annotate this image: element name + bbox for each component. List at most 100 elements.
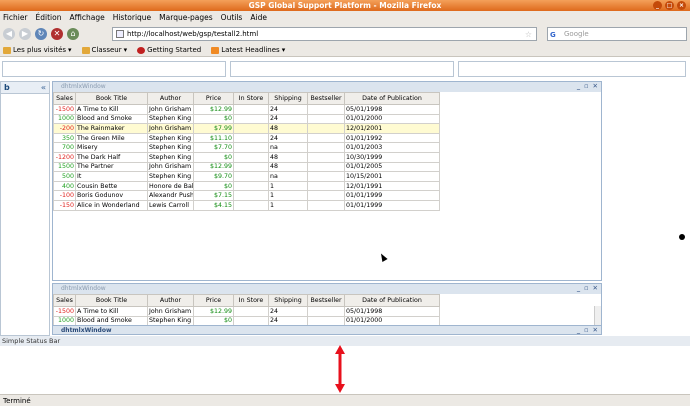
bestseller-cell[interactable] — [307, 199, 345, 211]
author-cell[interactable]: Stephen King — [147, 171, 194, 182]
bestseller-cell[interactable] — [307, 306, 345, 317]
column-header[interactable]: Sales — [53, 294, 76, 307]
maximize-icon[interactable]: □ — [665, 1, 674, 10]
menu-marque-pages[interactable]: Marque-pages — [159, 13, 213, 22]
sales-cell[interactable]: -200 — [53, 123, 76, 134]
title-cell[interactable]: Alice in Wonderland — [75, 199, 148, 211]
table-row[interactable]: 1000 Blood and Smoke Stephen King $0 24 01/01… — [53, 113, 440, 125]
shipping-cell[interactable]: na — [268, 171, 308, 182]
table-row[interactable]: 1500 The Partner John Grisham $12.99 48 01/01… — [53, 161, 440, 173]
column-header[interactable]: Shipping — [268, 294, 308, 307]
price-cell[interactable]: $12.99 — [193, 306, 234, 317]
column-header[interactable]: Date of Publication — [344, 294, 440, 307]
author-cell[interactable]: John Grisham — [147, 306, 194, 317]
column-header[interactable]: Shipping — [268, 92, 308, 105]
column-header[interactable]: Price — [193, 92, 234, 105]
maximize-icon[interactable]: ▫ — [584, 82, 588, 91]
date-cell[interactable]: 01/01/1999 — [344, 199, 440, 211]
reload-icon[interactable]: ↻ — [35, 28, 47, 40]
in-store-cell[interactable] — [233, 142, 269, 153]
menu-affichage[interactable]: Affichage — [69, 13, 104, 22]
shipping-cell[interactable]: 48 — [268, 151, 308, 163]
sales-cell[interactable]: 500 — [53, 171, 76, 182]
in-store-cell[interactable] — [233, 306, 269, 317]
shipping-cell[interactable]: 48 — [268, 123, 308, 134]
date-cell[interactable]: 01/01/2000 — [344, 113, 440, 125]
author-cell[interactable]: John Grisham — [147, 161, 194, 173]
minimize-icon[interactable]: _ — [577, 326, 580, 335]
column-header[interactable]: Sales — [53, 92, 76, 105]
shipping-cell[interactable]: 24 — [268, 113, 308, 125]
author-cell[interactable]: Stephen King — [147, 151, 194, 163]
date-cell[interactable]: 10/30/1999 — [344, 151, 440, 163]
close-icon[interactable]: ✕ — [593, 326, 598, 335]
bestseller-cell[interactable] — [307, 132, 345, 144]
price-cell[interactable]: $9.70 — [193, 171, 234, 182]
sales-cell[interactable]: -1500 — [53, 104, 76, 115]
column-header[interactable]: Price — [193, 294, 234, 307]
bestseller-cell[interactable] — [307, 180, 345, 192]
menu-fichier[interactable]: Fichier — [3, 13, 28, 22]
column-header[interactable]: Date of Publication — [344, 92, 440, 105]
bestseller-cell[interactable] — [307, 190, 345, 201]
price-cell[interactable]: $7.15 — [193, 190, 234, 201]
date-cell[interactable]: 01/01/2005 — [344, 161, 440, 173]
title-cell[interactable]: The Dark Half — [75, 151, 148, 163]
price-cell[interactable]: $0 — [193, 315, 234, 325]
column-header[interactable]: Author — [147, 294, 194, 307]
back-icon[interactable]: ◀ — [3, 28, 15, 40]
date-cell[interactable]: 01/01/1999 — [344, 190, 440, 201]
price-cell[interactable]: $7.70 — [193, 142, 234, 153]
column-header[interactable]: Bestseller — [307, 92, 345, 105]
shipping-cell[interactable]: na — [268, 142, 308, 153]
bookmark-star-icon[interactable]: ☆ — [525, 29, 532, 41]
shipping-cell[interactable]: 1 — [268, 199, 308, 211]
price-cell[interactable]: $11.10 — [193, 132, 234, 144]
title-cell[interactable]: A Time to Kill — [75, 104, 148, 115]
window-header[interactable]: dhtmlxWindow _ ▫ ✕ — [53, 82, 601, 91]
bookmark-les-plus-visites[interactable]: Les plus visités ▾ — [3, 46, 72, 54]
price-cell[interactable]: $12.99 — [193, 161, 234, 173]
author-cell[interactable]: John Grisham — [147, 123, 194, 134]
in-store-cell[interactable] — [233, 161, 269, 173]
bestseller-cell[interactable] — [307, 315, 345, 325]
author-cell[interactable]: Stephen King — [147, 113, 194, 125]
grid-scrollbar[interactable] — [594, 306, 601, 325]
close-icon[interactable]: ✕ — [593, 284, 598, 293]
date-cell[interactable]: 05/01/1998 — [344, 306, 440, 317]
in-store-cell[interactable] — [233, 315, 269, 325]
sales-cell[interactable]: -1200 — [53, 151, 76, 163]
date-cell[interactable]: 01/01/2003 — [344, 142, 440, 153]
bestseller-cell[interactable] — [307, 113, 345, 125]
sales-cell[interactable]: 1000 — [53, 113, 76, 125]
table-row[interactable]: 500 It Stephen King $9.70 na 10/15/2001 — [53, 171, 440, 182]
sales-cell[interactable]: 1500 — [53, 161, 76, 173]
column-header[interactable]: Book Title — [75, 294, 148, 307]
shipping-cell[interactable]: 24 — [268, 104, 308, 115]
title-cell[interactable]: The Rainmaker — [75, 123, 148, 134]
in-store-cell[interactable] — [233, 104, 269, 115]
shipping-cell[interactable]: 1 — [268, 190, 308, 201]
shipping-cell[interactable]: 1 — [268, 180, 308, 192]
bookmark-classeur[interactable]: Classeur ▾ — [81, 46, 127, 54]
in-store-cell[interactable] — [233, 171, 269, 182]
window-header[interactable]: dhtmlxWindow _ ▫ ✕ — [53, 284, 601, 293]
bookmark-getting-started[interactable]: Getting Started — [137, 46, 201, 54]
bestseller-cell[interactable] — [307, 171, 345, 182]
shipping-cell[interactable]: 24 — [268, 306, 308, 317]
author-cell[interactable]: Lewis Carroll — [147, 199, 194, 211]
table-row[interactable]: -1500 A Time to Kill John Grisham $12.99 24 0… — [53, 104, 440, 115]
title-cell[interactable]: The Partner — [75, 161, 148, 173]
table-row[interactable]: -150 Alice in Wonderland Lewis Carroll $4.1… — [53, 199, 440, 211]
title-cell[interactable]: Cousin Bette — [75, 180, 148, 192]
date-cell[interactable]: 10/15/2001 — [344, 171, 440, 182]
minimize-icon[interactable]: _ — [577, 82, 580, 91]
shipping-cell[interactable]: 24 — [268, 315, 308, 325]
column-header[interactable]: Author — [147, 92, 194, 105]
price-cell[interactable]: $0 — [193, 113, 234, 125]
menu-aide[interactable]: Aide — [250, 13, 267, 22]
date-cell[interactable]: 01/01/2000 — [344, 315, 440, 325]
menu-historique[interactable]: Historique — [113, 13, 151, 22]
in-store-cell[interactable] — [233, 132, 269, 144]
bestseller-cell[interactable] — [307, 123, 345, 134]
